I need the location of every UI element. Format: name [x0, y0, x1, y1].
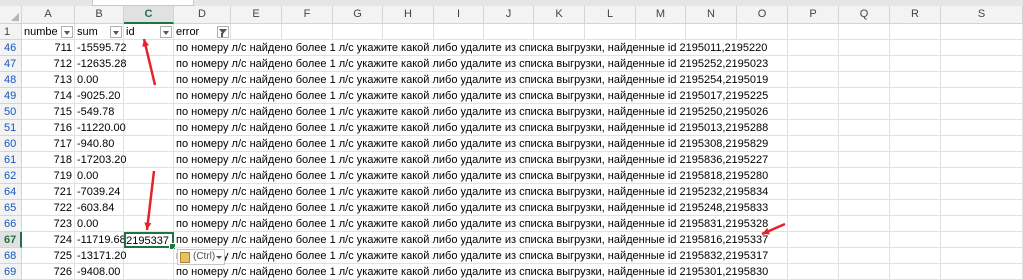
- annotation-arrow-active-cell: [144, 170, 156, 231]
- annotation-arrow-id-column: [142, 38, 157, 86]
- annotation-arrows: [142, 38, 786, 236]
- annotation-arrow-matching-id: [761, 222, 786, 236]
- worksheet-grid[interactable]: A B C D E F G H I J K L M N O P Q R S 1 numbe sum id error 46 711…: [0, 6, 1023, 280]
